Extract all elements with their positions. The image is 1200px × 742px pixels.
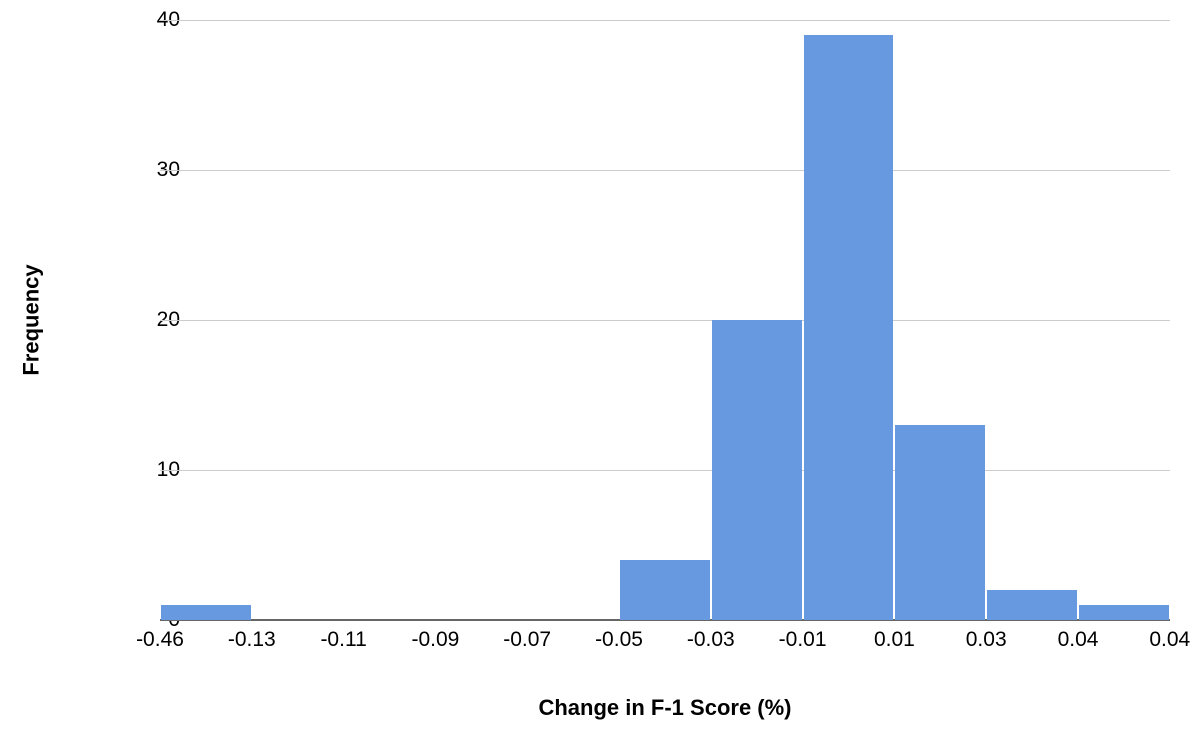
x-tick-label: -0.11 [320, 628, 366, 652]
bar-bin-8 [895, 425, 985, 620]
y-axis-title: Frequency [12, 0, 52, 640]
bar-bin-9 [987, 590, 1077, 620]
bar-bin-10 [1079, 605, 1169, 620]
plot-area [160, 20, 1170, 620]
x-tick-label: -0.46 [136, 628, 184, 652]
x-tick-label: 0.03 [966, 628, 1007, 652]
bar-bin-0 [161, 605, 251, 620]
y-axis-title-text: Frequency [19, 264, 45, 375]
bar-bin-7 [804, 35, 894, 620]
x-tick-label: -0.01 [779, 628, 827, 652]
bar-bin-5 [620, 560, 710, 620]
x-tick-label: 0.01 [874, 628, 915, 652]
x-tick-label: -0.03 [687, 628, 735, 652]
bar-bin-6 [712, 320, 802, 620]
x-tick-label: -0.13 [228, 628, 276, 652]
x-tick-label: -0.05 [595, 628, 643, 652]
x-tick-label: 0.04 [1149, 628, 1190, 652]
x-tick-label: -0.07 [503, 628, 551, 652]
x-tick-labels: -0.46 -0.13 -0.11 -0.09 -0.07 -0.05 -0.0… [160, 628, 1170, 658]
x-axis-title: Change in F-1 Score (%) [160, 695, 1170, 721]
x-tick-label: -0.09 [411, 628, 459, 652]
bars-group [160, 20, 1170, 620]
histogram-chart: Frequency 0 10 20 30 40 -0.46 -0.13 -0.1… [0, 0, 1200, 742]
x-tick-label: 0.04 [1058, 628, 1099, 652]
